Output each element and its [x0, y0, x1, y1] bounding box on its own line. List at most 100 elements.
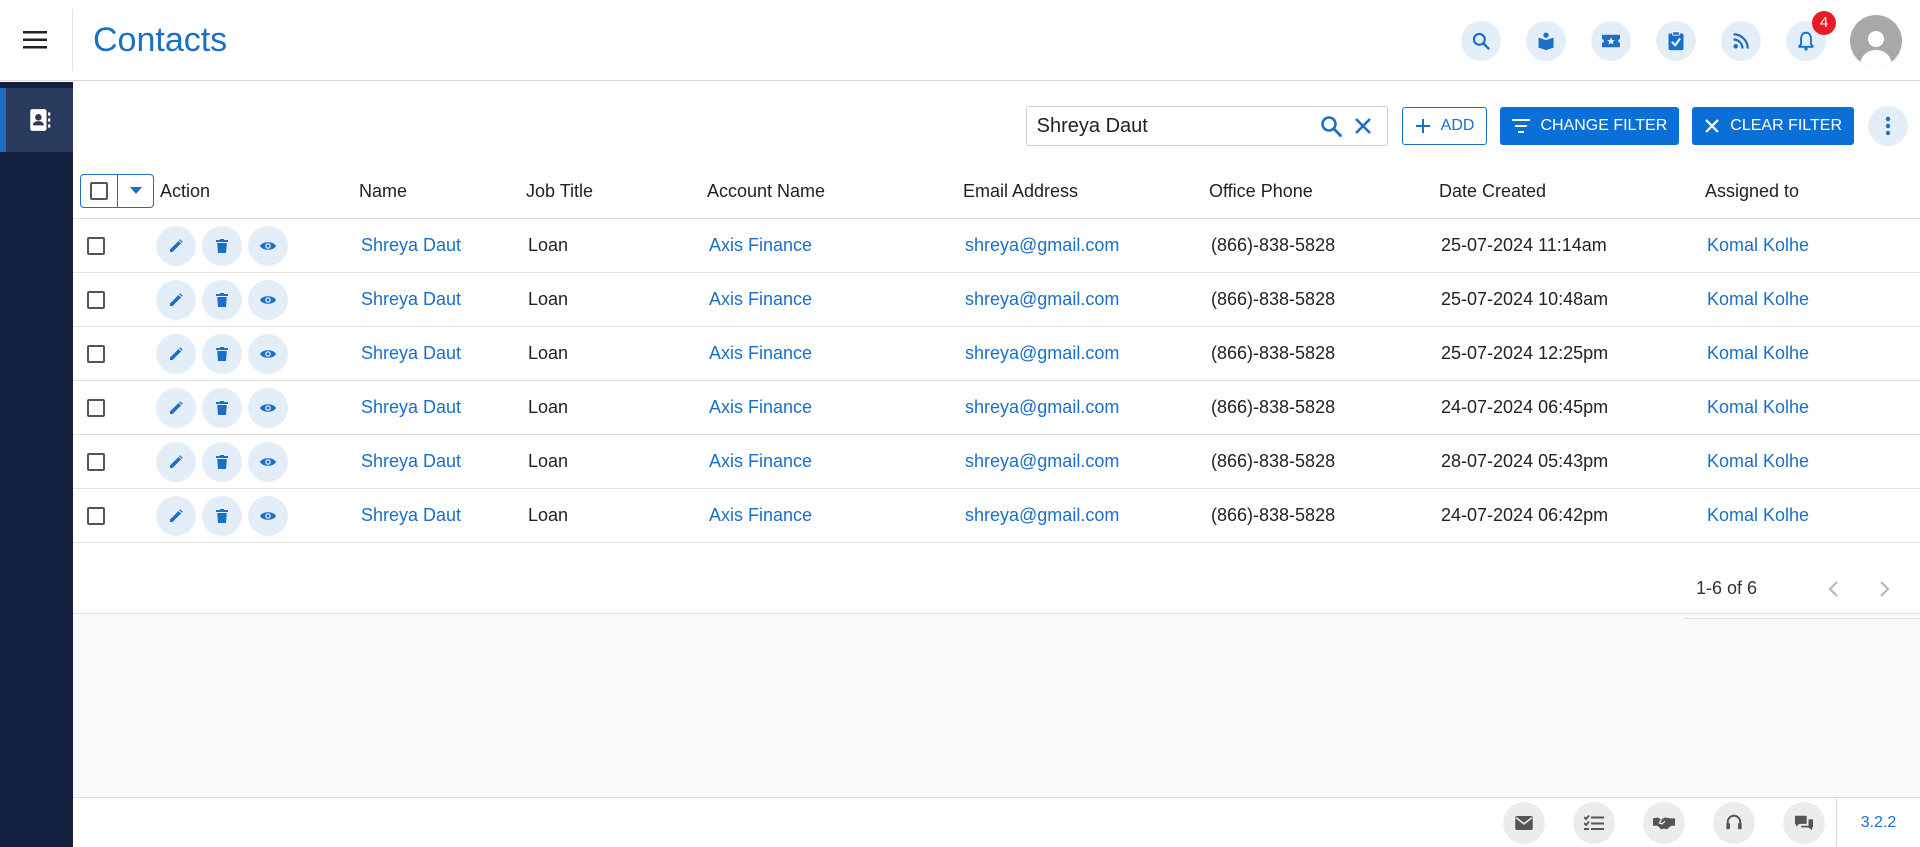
- view-button[interactable]: [248, 387, 288, 428]
- search-submit-button[interactable]: [1317, 112, 1345, 140]
- column-header-account-name[interactable]: Account Name: [706, 174, 961, 219]
- row-checkbox[interactable]: [87, 399, 105, 418]
- email-link[interactable]: shreya@gmail.com: [961, 380, 1207, 435]
- column-header-job-title[interactable]: Job Title: [525, 174, 706, 219]
- contact-name-link[interactable]: Shreya Daut: [359, 326, 525, 381]
- knowledge-base-button[interactable]: [1526, 20, 1566, 61]
- select-all-checkbox-wrap[interactable]: [81, 175, 117, 207]
- email-link[interactable]: shreya@gmail.com: [961, 218, 1207, 273]
- contact-name-link[interactable]: Shreya Daut: [359, 218, 525, 273]
- table-row[interactable]: Shreya Daut Loan Axis Finance shreya@gmail.…: [73, 272, 1920, 327]
- prev-page-button[interactable]: [1818, 574, 1848, 604]
- row-actions: [154, 380, 359, 435]
- assigned-to-link[interactable]: Komal Kolhe: [1701, 488, 1920, 543]
- column-header-assigned-to[interactable]: Assigned to: [1701, 174, 1920, 219]
- delete-button[interactable]: [202, 387, 242, 428]
- clear-filter-button[interactable]: CLEAR FILTER: [1692, 107, 1854, 145]
- assigned-to-link[interactable]: Komal Kolhe: [1701, 380, 1920, 435]
- delete-button[interactable]: [202, 333, 242, 374]
- row-actions: [154, 218, 359, 273]
- row-checkbox[interactable]: [87, 291, 105, 310]
- row-select-cell: [73, 434, 154, 489]
- column-header-date-created[interactable]: Date Created: [1437, 174, 1701, 219]
- account-name-link[interactable]: Axis Finance: [706, 326, 961, 381]
- footer-tasks-button[interactable]: [1573, 802, 1615, 844]
- column-header-office-phone[interactable]: Office Phone: [1207, 174, 1437, 219]
- assigned-to-link[interactable]: Komal Kolhe: [1701, 272, 1920, 327]
- footer-email-button[interactable]: [1503, 802, 1545, 844]
- account-name-link[interactable]: Axis Finance: [706, 380, 961, 435]
- table-row[interactable]: Shreya Daut Loan Axis Finance shreya@gmail.…: [73, 488, 1920, 543]
- bulk-select-dropdown[interactable]: [117, 175, 153, 207]
- table-row[interactable]: Shreya Daut Loan Axis Finance shreya@gmail.…: [73, 326, 1920, 381]
- account-name-link[interactable]: Axis Finance: [706, 272, 961, 327]
- assigned-to-link[interactable]: Komal Kolhe: [1701, 326, 1920, 381]
- search-clear-button[interactable]: [1349, 112, 1377, 140]
- footer-support-button[interactable]: [1713, 802, 1755, 844]
- contact-name-link[interactable]: Shreya Daut: [359, 380, 525, 435]
- office-phone: (866)-838-5828: [1207, 326, 1437, 381]
- add-button[interactable]: ADD: [1401, 107, 1488, 145]
- table-row[interactable]: Shreya Daut Loan Axis Finance shreya@gmail.…: [73, 380, 1920, 435]
- assigned-to-link[interactable]: Komal Kolhe: [1701, 218, 1920, 273]
- row-checkbox[interactable]: [87, 237, 105, 256]
- email-link[interactable]: shreya@gmail.com: [961, 434, 1207, 489]
- notification-badge: 4: [1812, 10, 1836, 35]
- table-row[interactable]: Shreya Daut Loan Axis Finance shreya@gmail.…: [73, 218, 1920, 273]
- edit-button[interactable]: [156, 333, 196, 374]
- tickets-button[interactable]: [1591, 20, 1631, 61]
- contact-name-link[interactable]: Shreya Daut: [359, 272, 525, 327]
- contact-name-link[interactable]: Shreya Daut: [359, 488, 525, 543]
- headset-icon: [1726, 814, 1742, 830]
- row-checkbox[interactable]: [87, 453, 105, 472]
- feeds-button[interactable]: [1721, 20, 1761, 61]
- select-all-control[interactable]: [80, 174, 154, 208]
- view-button[interactable]: [248, 495, 288, 536]
- contact-name-link[interactable]: Shreya Daut: [359, 434, 525, 489]
- account-name-link[interactable]: Axis Finance: [706, 488, 961, 543]
- edit-button[interactable]: [156, 441, 196, 482]
- change-filter-button[interactable]: CHANGE FILTER: [1500, 107, 1680, 145]
- table-row[interactable]: Shreya Daut Loan Axis Finance shreya@gmail.…: [73, 434, 1920, 489]
- delete-button[interactable]: [202, 279, 242, 320]
- global-search-button[interactable]: [1461, 20, 1501, 61]
- more-options-button[interactable]: [1868, 106, 1908, 146]
- delete-button[interactable]: [202, 441, 242, 482]
- trash-icon: [216, 238, 228, 253]
- footer-chat-button[interactable]: [1783, 802, 1825, 844]
- edit-button[interactable]: [156, 495, 196, 536]
- sidebar-item-contacts[interactable]: [0, 88, 73, 152]
- view-button[interactable]: [248, 225, 288, 266]
- app-footer: 3.2.2: [73, 797, 1920, 847]
- tasks-button[interactable]: [1656, 20, 1696, 61]
- account-name-link[interactable]: Axis Finance: [706, 218, 961, 273]
- edit-button[interactable]: [156, 225, 196, 266]
- notifications-button[interactable]: 4: [1786, 10, 1836, 61]
- assigned-to-link[interactable]: Komal Kolhe: [1701, 434, 1920, 489]
- search-input[interactable]: [1036, 114, 1313, 138]
- edit-button[interactable]: [156, 387, 196, 428]
- more-vertical-icon: [1885, 116, 1891, 136]
- row-checkbox[interactable]: [87, 345, 105, 364]
- email-link[interactable]: shreya@gmail.com: [961, 272, 1207, 327]
- view-button[interactable]: [248, 279, 288, 320]
- column-header-name[interactable]: Name: [359, 174, 525, 219]
- email-link[interactable]: shreya@gmail.com: [961, 488, 1207, 543]
- select-all-checkbox[interactable]: [90, 182, 108, 200]
- view-button[interactable]: [248, 333, 288, 374]
- pencil-icon: [170, 238, 183, 252]
- eye-icon: [260, 403, 276, 412]
- caret-down-icon: [129, 187, 142, 194]
- column-header-email[interactable]: Email Address: [961, 174, 1207, 219]
- row-checkbox[interactable]: [87, 507, 105, 526]
- menu-toggle-button[interactable]: [0, 9, 73, 71]
- user-avatar[interactable]: [1850, 14, 1902, 67]
- account-name-link[interactable]: Axis Finance: [706, 434, 961, 489]
- delete-button[interactable]: [202, 225, 242, 266]
- edit-button[interactable]: [156, 279, 196, 320]
- footer-deals-button[interactable]: [1643, 802, 1685, 844]
- view-button[interactable]: [248, 441, 288, 482]
- delete-button[interactable]: [202, 495, 242, 536]
- next-page-button[interactable]: [1870, 574, 1900, 604]
- email-link[interactable]: shreya@gmail.com: [961, 326, 1207, 381]
